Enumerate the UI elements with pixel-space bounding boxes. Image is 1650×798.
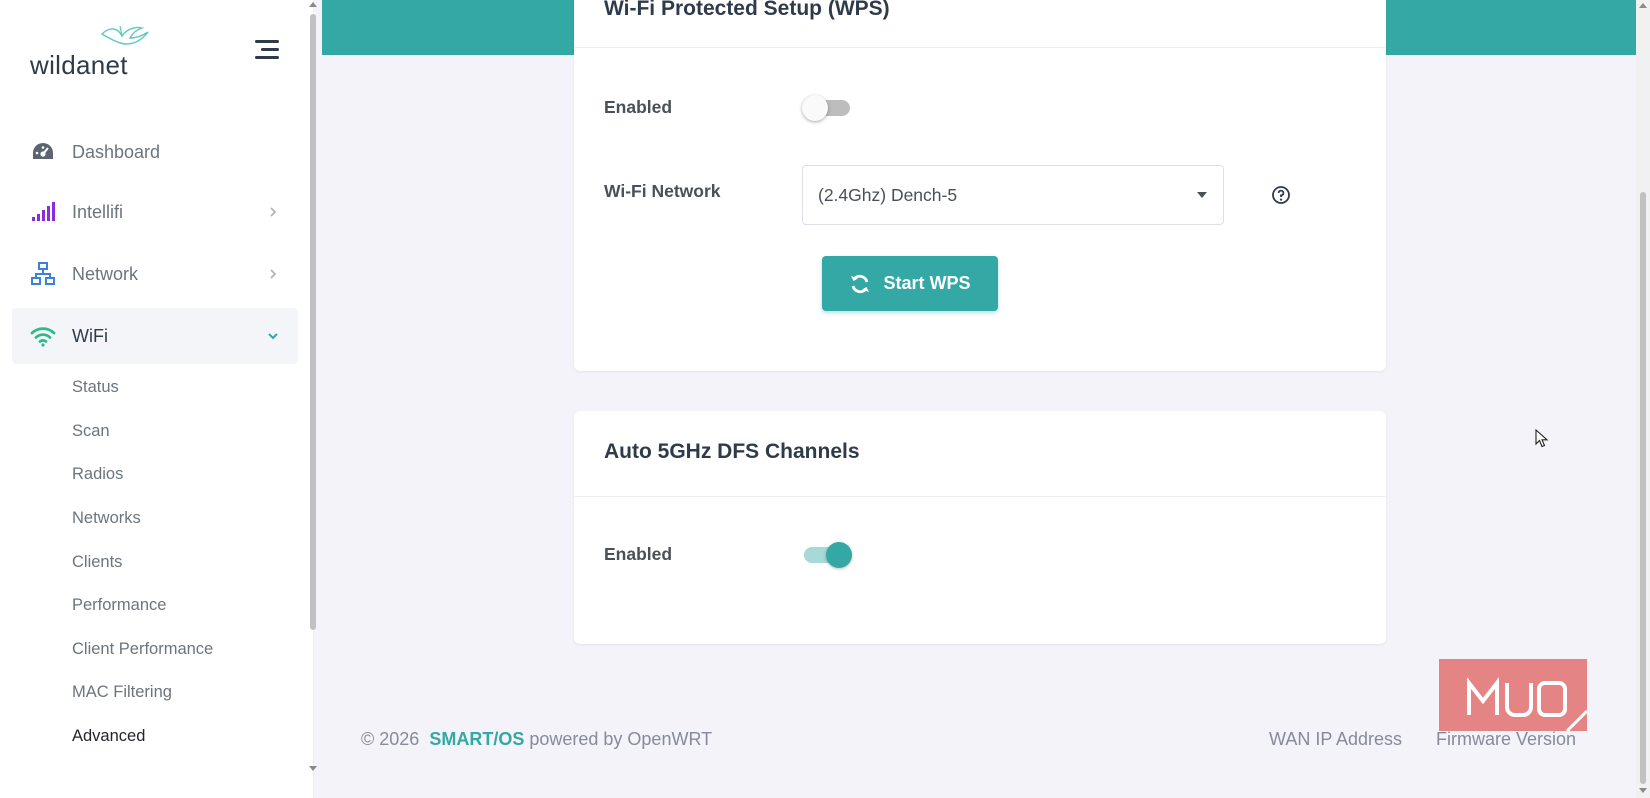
card-divider — [574, 47, 1386, 48]
dfs-card-title: Auto 5GHz DFS Channels — [604, 440, 860, 463]
sidebar-item-label: Dashboard — [72, 141, 161, 162]
wps-card-title: Wi-Fi Protected Setup (WPS) — [604, 0, 890, 20]
dfs-enabled-toggle[interactable] — [802, 541, 852, 568]
sidebar-scrollbar[interactable] — [308, 0, 318, 798]
sidebar-subitem-mac-filtering[interactable]: MAC Filtering — [72, 683, 172, 702]
wps-enabled-toggle[interactable] — [802, 94, 852, 121]
wildanet-logo[interactable]: wildanet — [30, 22, 150, 82]
network-tree-icon — [30, 261, 56, 287]
sidebar-subitem-advanced[interactable]: Advanced — [72, 727, 145, 746]
sidebar-item-network[interactable]: Network — [12, 246, 298, 302]
refresh-icon — [849, 273, 871, 295]
chevron-right-icon — [270, 207, 277, 217]
sidebar-subitem-scan[interactable]: Scan — [72, 422, 110, 441]
signal-bars-icon — [30, 199, 56, 225]
card-divider — [574, 496, 1386, 497]
wifi-network-selected-value: (2.4Ghz) Dench-5 — [818, 185, 958, 205]
wan-ip-address-link[interactable]: WAN IP Address — [1269, 729, 1402, 750]
dfs-enabled-label: Enabled — [604, 544, 673, 564]
firmware-version-link[interactable]: Firmware Version — [1436, 729, 1576, 750]
wifi-network-select[interactable]: (2.4Ghz) Dench-5 — [802, 165, 1224, 225]
sidebar-item-wifi[interactable]: WiFi — [12, 308, 298, 364]
chevron-right-icon — [270, 269, 277, 279]
sidebar-subitem-performance[interactable]: Performance — [72, 596, 166, 615]
sidebar-subitem-radios[interactable]: Radios — [72, 465, 123, 484]
sidebar-item-label: WiFi — [72, 325, 108, 346]
scroll-up-arrow-icon[interactable] — [309, 2, 317, 7]
help-icon[interactable] — [1271, 185, 1291, 205]
sidebar-subitem-clients[interactable]: Clients — [72, 553, 122, 572]
mouse-pointer-icon — [1535, 429, 1549, 448]
wifi-network-label: Wi-Fi Network — [604, 181, 721, 201]
copyright-text: © 2026 — [361, 729, 420, 749]
wps-enabled-label: Enabled — [604, 97, 673, 117]
start-wps-button-label: Start WPS — [883, 273, 971, 293]
sidebar-item-dashboard[interactable]: Dashboard — [12, 124, 298, 180]
sidebar-subitem-client-performance[interactable]: Client Performance — [72, 640, 213, 659]
sidebar-item-label: Intellifi — [72, 201, 124, 222]
sidebar-item-intellifi[interactable]: Intellifi — [12, 184, 298, 240]
footer-copyright: © 2026 SMART/OS powered by OpenWRT — [361, 729, 712, 750]
scroll-down-arrow-icon[interactable] — [309, 766, 317, 771]
wps-card: Wi-Fi Protected Setup (WPS) Enabled Wi-F… — [574, 0, 1386, 371]
sidebar-subitem-status[interactable]: Status — [72, 378, 119, 397]
main-scrollbar-thumb[interactable] — [1640, 192, 1646, 784]
sidebar-subitem-networks[interactable]: Networks — [72, 509, 141, 528]
scroll-up-arrow-icon[interactable] — [1639, 3, 1647, 8]
sidebar-item-label: Network — [72, 263, 139, 284]
start-wps-button[interactable]: Start WPS — [822, 256, 998, 311]
sidebar-scrollbar-thumb[interactable] — [310, 14, 316, 630]
scroll-down-arrow-icon[interactable] — [1639, 788, 1647, 793]
logo-text: wildanet — [30, 50, 128, 80]
bird-logo-icon — [100, 25, 149, 45]
caret-down-icon — [1197, 192, 1207, 198]
menu-toggle-icon[interactable] — [253, 40, 279, 62]
sidebar: wildanet Dashboard Intellifi Network WiF… — [0, 0, 314, 798]
powered-by-text: powered by OpenWRT — [529, 729, 713, 749]
chevron-down-icon — [268, 333, 278, 340]
muo-watermark — [1439, 659, 1587, 731]
footer-brand-link[interactable]: SMART/OS — [429, 729, 524, 749]
main-scrollbar[interactable] — [1636, 0, 1650, 798]
dfs-card: Auto 5GHz DFS Channels Enabled — [574, 411, 1386, 644]
wifi-icon — [30, 323, 56, 349]
gauge-icon — [30, 139, 56, 165]
